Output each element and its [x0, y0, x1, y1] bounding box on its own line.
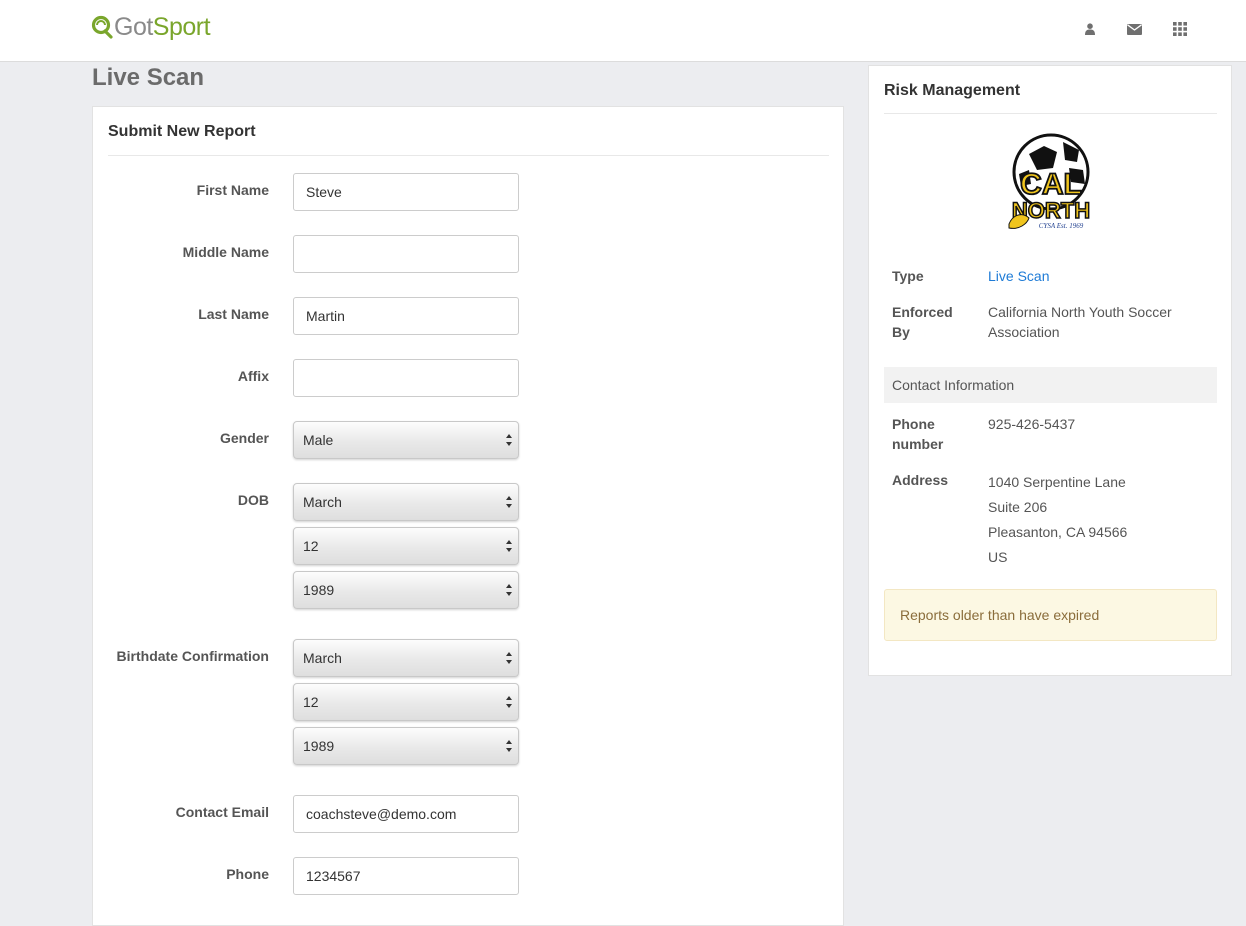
birthdate-confirmation-label: Birthdate Confirmation: [116, 648, 269, 664]
gotsport-logo[interactable]: GotSport: [91, 12, 211, 42]
phone-input[interactable]: [293, 857, 519, 895]
confirm-day-value: 12: [303, 694, 319, 710]
enforced-by-value-line1: California North Youth Soccer: [988, 304, 1172, 320]
gender-select[interactable]: Male: [293, 421, 519, 459]
phone-number-term-line1: Phone: [892, 416, 935, 432]
enforced-by-term-line1: Enforced: [892, 304, 953, 320]
top-navbar: GotSport: [0, 0, 1246, 62]
submit-report-panel: Submit New Report First Name Middle Name…: [92, 106, 844, 926]
enforced-by-term: Enforced By: [892, 302, 972, 342]
page-title: Live Scan: [92, 64, 205, 91]
affix-input[interactable]: [293, 359, 519, 397]
select-arrows-icon: [506, 652, 512, 664]
expiry-notice: Reports older than have expired: [884, 589, 1217, 641]
type-term: Type: [892, 268, 924, 284]
type-link[interactable]: Live Scan: [988, 266, 1218, 286]
dob-year-select[interactable]: 1989: [293, 571, 519, 609]
enforced-by-value: California North Youth Soccer Associatio…: [988, 302, 1218, 342]
panel-heading: Submit New Report: [108, 123, 256, 140]
logo-wordmark: GotSport: [114, 12, 211, 41]
select-arrows-icon: [506, 584, 512, 596]
enforced-by-term-line2: By: [892, 324, 910, 340]
last-name-input[interactable]: [293, 297, 519, 335]
dob-label: DOB: [237, 492, 269, 508]
phone-label: Phone: [226, 866, 269, 882]
confirm-month-select[interactable]: March: [293, 639, 519, 677]
address-line-4: US: [988, 549, 1008, 565]
select-arrows-icon: [506, 740, 512, 752]
first-name-label: First Name: [196, 182, 269, 198]
first-name-input[interactable]: [293, 173, 519, 211]
crest-sub-text: CYSA Est. 1969: [1039, 222, 1084, 230]
confirm-day-select[interactable]: 12: [293, 683, 519, 721]
panel-divider: [108, 155, 829, 156]
risk-management-panel: Risk Management CAL NORTH CYSA Est. 1969…: [868, 65, 1232, 676]
last-name-label: Last Name: [198, 306, 269, 322]
phone-number-term-line2: number: [892, 436, 944, 452]
address-line-1: 1040 Serpentine Lane: [988, 474, 1126, 490]
cal-north-crest-logo: CAL NORTH CYSA Est. 1969: [1008, 133, 1091, 230]
crest-top-text: CAL: [1020, 168, 1082, 201]
middle-name-label: Middle Name: [182, 244, 269, 260]
dob-day-select[interactable]: 12: [293, 527, 519, 565]
address-line-3: Pleasanton, CA 94566: [988, 524, 1128, 540]
middle-name-input[interactable]: [293, 235, 519, 273]
contact-email-input[interactable]: [293, 795, 519, 833]
address-value: 1040 Serpentine Lane Suite 206 Pleasanto…: [988, 470, 1218, 570]
phone-number-term: Phone number: [892, 414, 972, 454]
side-divider: [884, 113, 1217, 114]
user-icon[interactable]: [1067, 18, 1112, 40]
select-arrows-icon: [506, 696, 512, 708]
dob-month-select[interactable]: March: [293, 483, 519, 521]
select-arrows-icon: [506, 540, 512, 552]
select-arrows-icon: [506, 496, 512, 508]
address-term: Address: [892, 472, 949, 488]
gotsport-logo-icon: [91, 15, 113, 39]
confirm-year-value: 1989: [303, 738, 335, 754]
contact-information-section: Contact Information: [884, 367, 1217, 403]
gender-label: Gender: [219, 430, 269, 446]
envelope-icon[interactable]: [1112, 18, 1157, 40]
gender-select-value: Male: [303, 432, 334, 448]
nav-icon-group: [1067, 18, 1202, 40]
risk-management-heading: Risk Management: [884, 82, 1021, 99]
apps-grid-icon[interactable]: [1157, 18, 1202, 40]
dob-year-value: 1989: [303, 582, 335, 598]
enforced-by-value-line2: Association: [988, 324, 1060, 340]
confirm-year-select[interactable]: 1989: [293, 727, 519, 765]
dob-day-value: 12: [303, 538, 319, 554]
phone-number-value: 925-426-5437: [988, 416, 1076, 432]
address-line-2: Suite 206: [988, 499, 1048, 515]
contact-email-label: Contact Email: [175, 804, 269, 820]
dob-month-value: March: [303, 494, 342, 510]
confirm-month-value: March: [303, 650, 342, 666]
select-arrows-icon: [506, 434, 512, 446]
affix-label: Affix: [237, 368, 269, 384]
